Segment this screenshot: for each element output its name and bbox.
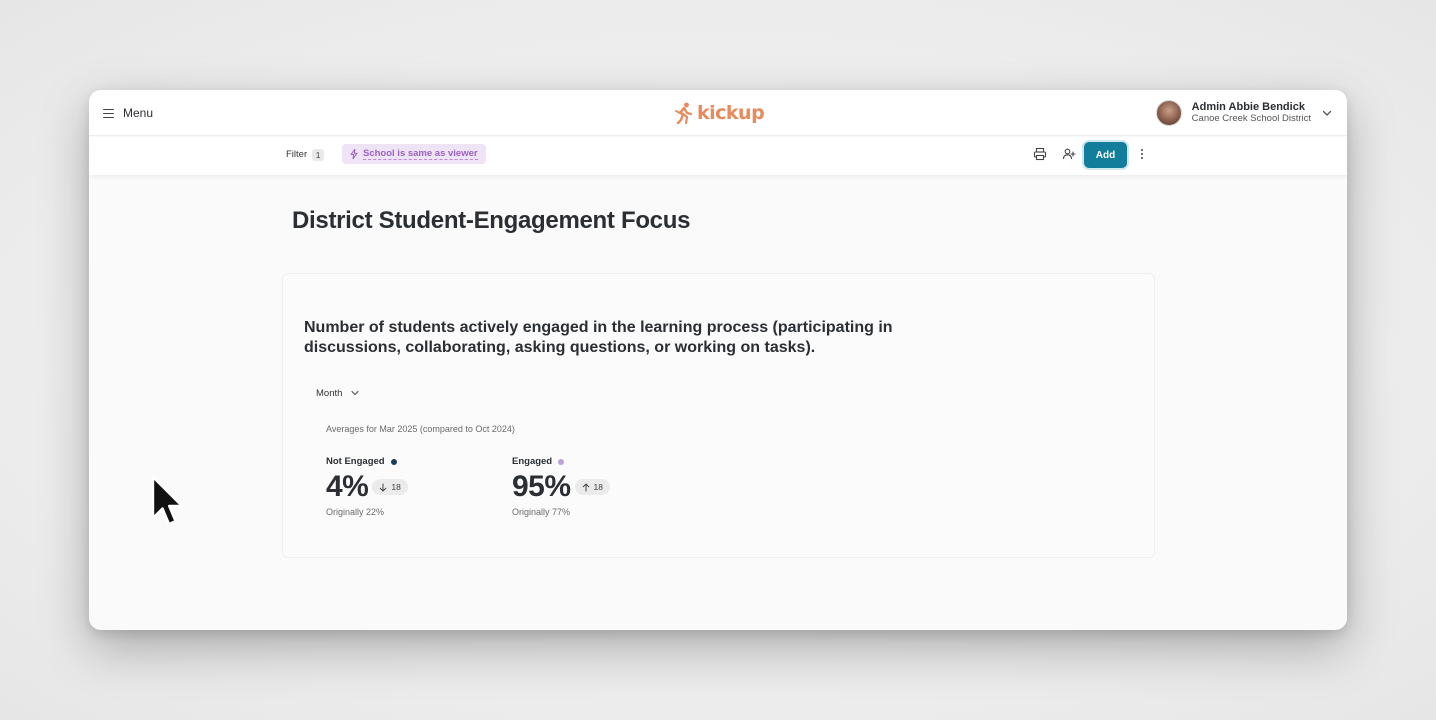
stat-not-engaged: Not Engaged 4% 18 Originally 22% — [326, 456, 408, 517]
stat-label-text: Engaged — [512, 456, 553, 467]
delta-value: 18 — [391, 482, 401, 492]
stat-value-row: 4% 18 — [326, 470, 408, 504]
filter-label: Filter — [286, 149, 308, 160]
add-button[interactable]: Add — [1084, 142, 1127, 168]
more-options-icon[interactable] — [1139, 147, 1145, 161]
top-navigation-bar: Menu kickup Admin Abbie Bendick Canoe Cr… — [89, 90, 1347, 136]
arrow-down-icon — [380, 483, 387, 491]
delta-badge: 18 — [372, 479, 408, 495]
stat-label-text: Not Engaged — [326, 456, 385, 467]
printer-icon[interactable] — [1033, 147, 1047, 161]
filter-count-badge: 1 — [312, 148, 325, 161]
stat-label: Engaged — [512, 456, 610, 467]
legend-dot — [558, 458, 565, 465]
stat-value: 4% — [326, 470, 369, 503]
user-organization: Canoe Creek School District — [1191, 113, 1311, 124]
filter-button[interactable]: Filter 1 — [282, 146, 328, 163]
kickup-logo[interactable]: kickup — [674, 100, 765, 126]
menu-label: Menu — [123, 106, 154, 120]
user-name: Admin Abbie Bendick — [1191, 101, 1305, 113]
avatar — [1155, 100, 1182, 126]
stat-original-value: Originally 22% — [326, 507, 385, 517]
period-dropdown[interactable]: Month — [316, 385, 360, 401]
arrow-up-icon — [582, 483, 589, 491]
delta-value: 18 — [593, 482, 604, 492]
stat-value-row: 95% 18 — [512, 470, 611, 504]
logo-text: kickup — [697, 102, 765, 124]
school-filter-chip[interactable]: School is same as viewer — [342, 144, 486, 164]
metric-question-title: Number of students actively engaged in t… — [304, 319, 893, 356]
add-user-icon[interactable] — [1062, 147, 1076, 161]
menu-button[interactable]: Menu — [103, 103, 153, 123]
legend-dot — [390, 458, 397, 465]
chevron-down-icon — [1322, 110, 1332, 116]
chevron-down-icon — [351, 390, 360, 396]
stat-original-value: Originally 77% — [512, 507, 571, 517]
mouse-pointer-icon — [151, 475, 184, 526]
runner-logo-icon — [675, 102, 693, 124]
averages-caption: Averages for Mar 2025 (compared to Oct 2… — [326, 424, 515, 434]
delta-badge: 18 — [574, 479, 611, 495]
user-menu[interactable]: Admin Abbie Bendick Canoe Creek School D… — [1155, 98, 1333, 128]
user-info: Admin Abbie Bendick Canoe Creek School D… — [1192, 101, 1311, 125]
period-label: Month — [316, 387, 343, 399]
stat-label: Not Engaged — [326, 456, 408, 467]
bolt-icon — [350, 149, 358, 159]
page-title: District Student-Engagement Focus — [292, 207, 691, 234]
stat-value: 95% — [512, 470, 571, 503]
app-window: Menu kickup Admin Abbie Bendick Canoe Cr… — [89, 90, 1347, 630]
school-filter-label: School is same as viewer — [363, 148, 478, 160]
metric-card: Number of students actively engaged in t… — [282, 273, 1155, 558]
page-toolbar: Filter 1 School is same as viewer Add — [89, 137, 1347, 175]
stat-engaged: Engaged 95% 18 Originally 77% — [512, 456, 611, 517]
hamburger-icon — [103, 108, 114, 119]
